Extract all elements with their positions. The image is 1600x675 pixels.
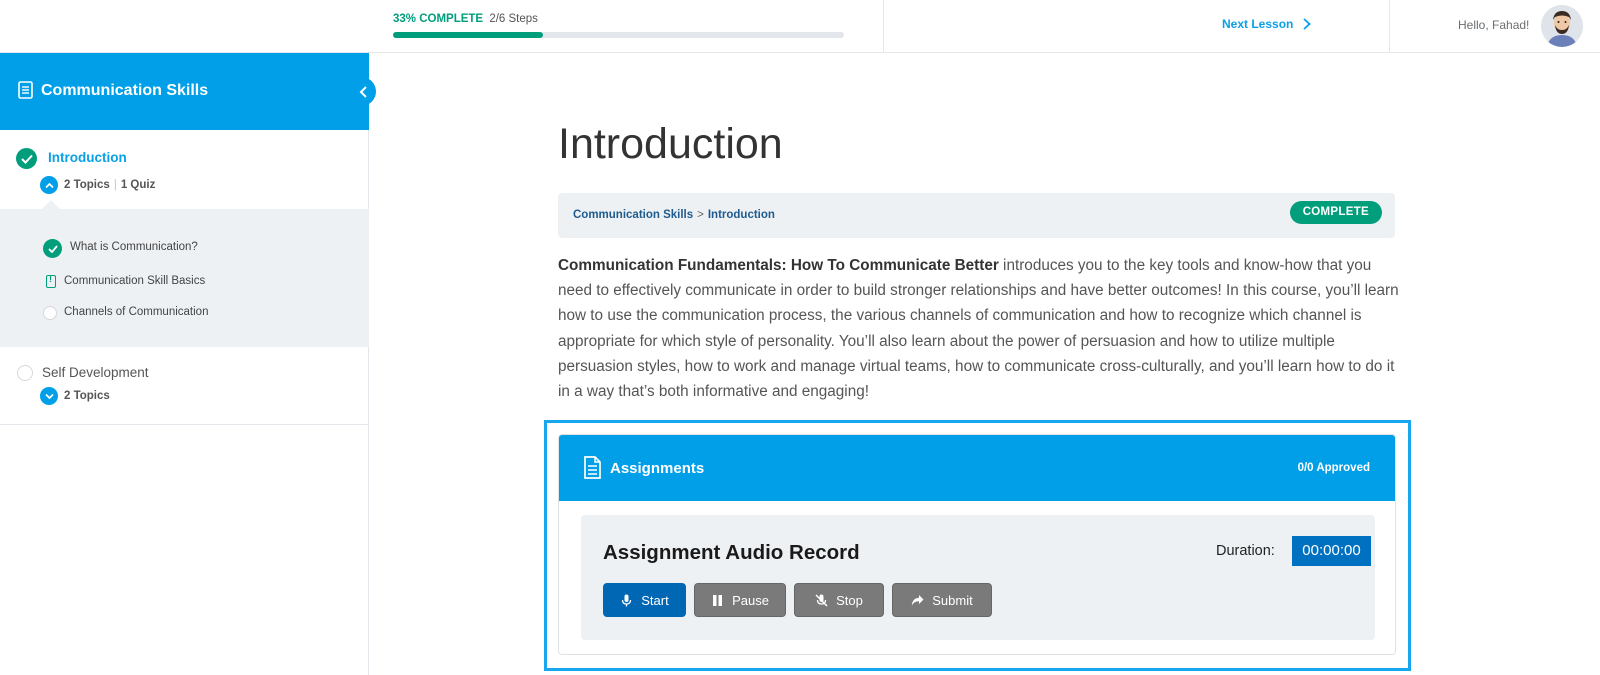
check-circle-icon [16,148,37,169]
submit-label: Submit [932,592,973,608]
submit-record-button[interactable]: Submit [892,583,992,617]
course-progress: 33% COMPLETE 2/6 Steps [393,13,844,38]
lesson-meta: 2 Topics [64,390,110,402]
next-lesson-label: Next Lesson [1222,17,1294,31]
quiz-count: 1 Quiz [120,179,156,191]
course-header: Communication Skills [0,53,369,130]
expand-topics-button[interactable] [40,387,58,405]
start-record-button[interactable]: Start [603,583,686,617]
assignments-title: Assignments [610,460,705,477]
lesson-link-introduction[interactable]: Introduction [48,150,127,165]
top-bar: 33% COMPLETE 2/6 Steps Next Lesson Hello… [0,0,1600,53]
panel-pointer [42,200,60,209]
chevron-down-icon [44,393,54,399]
pause-icon [713,594,723,606]
stop-label: Stop [836,592,863,608]
quiz-icon [46,274,56,288]
microphone-icon [622,594,632,606]
progress-steps: 2/6 Steps [489,13,538,25]
topic-communication-skill-basics[interactable]: Communication Skill Basics [0,270,369,294]
lesson-item-self-development: Self Development 2 Topics [0,347,369,425]
breadcrumb-course-link[interactable]: Communication Skills [573,209,693,221]
chevron-right-icon [1303,18,1312,30]
assignments-panel: Assignments 0/0 Approved Assignment Audi… [558,434,1396,655]
next-lesson-link[interactable]: Next Lesson [1222,17,1312,31]
breadcrumb-separator: > [697,209,704,221]
topic-what-is-communication[interactable]: What is Communication? [0,236,369,260]
lesson-item-introduction: Introduction 2 Topics | 1 Quiz What is Com… [0,130,369,347]
main-content: Introduction Communication Skills > Introd… [369,53,1600,675]
duration-label: Duration: [1216,543,1275,559]
topics-list: What is Communication? Communication Ski… [0,200,369,347]
chevron-up-icon [44,182,54,188]
topic-count: 2 Topics [64,390,110,402]
breadcrumb-lesson-link[interactable]: Introduction [708,209,775,221]
lesson-meta: 2 Topics | 1 Quiz [64,179,155,191]
pause-label: Pause [732,592,769,608]
mic-off-icon [815,593,828,607]
pause-record-button[interactable]: Pause [694,583,786,617]
topic-label: Channels of Communication [64,306,209,318]
share-arrow-icon [912,594,924,605]
user-greeting: Hello, Fahad! [1458,18,1530,32]
incomplete-circle-icon [43,306,57,320]
user-avatar[interactable] [1541,5,1583,47]
topic-count: 2 Topics [64,179,110,191]
approved-count: 0/0 Approved [1297,462,1370,474]
progress-text: 33% COMPLETE 2/6 Steps [393,13,538,25]
start-label: Start [641,592,669,608]
topic-label: What is Communication? [70,241,198,253]
chevron-left-icon [359,85,367,98]
duration-timer: 00:00:00 [1292,536,1371,566]
breadcrumb: Communication Skills > Introduction [573,209,775,221]
breadcrumb-bar: Communication Skills > Introduction COMPLE… [558,193,1395,238]
divider [883,0,884,53]
recorder-title: Assignment Audio Record [603,541,860,564]
document-icon [584,456,601,479]
lesson-description: Communication Fundamentals: How To Commu… [558,253,1400,404]
lesson-link-self-development[interactable]: Self Development [42,365,149,380]
status-badge: COMPLETE [1289,201,1382,224]
incomplete-circle-icon [17,365,33,381]
avatar-image [1541,5,1583,47]
check-circle-icon [43,239,62,258]
progress-bar [393,32,844,38]
topic-channels-of-communication[interactable]: Channels of Communication [0,301,369,325]
divider [1389,0,1390,53]
progress-bar-fill [393,32,544,38]
collapse-topics-button[interactable] [40,176,58,194]
progress-percent: 33% COMPLETE [393,13,484,25]
course-sidebar: Communication Skills Introduction 2 Topi… [0,53,376,675]
topic-label: Communication Skill Basics [64,275,206,287]
assignments-header: Assignments 0/0 Approved [559,435,1395,501]
stop-record-button[interactable]: Stop [794,583,884,617]
course-title: Communication Skills [41,82,209,99]
description-body: introduces you to the key tools and know… [558,257,1399,401]
separator: | [113,179,117,191]
document-icon [18,81,33,99]
description-lead: Communication Fundamentals: How To Commu… [558,257,999,274]
page-title: Introduction [558,120,783,168]
audio-recorder: Assignment Audio Record Duration: 00:00:… [581,515,1375,640]
